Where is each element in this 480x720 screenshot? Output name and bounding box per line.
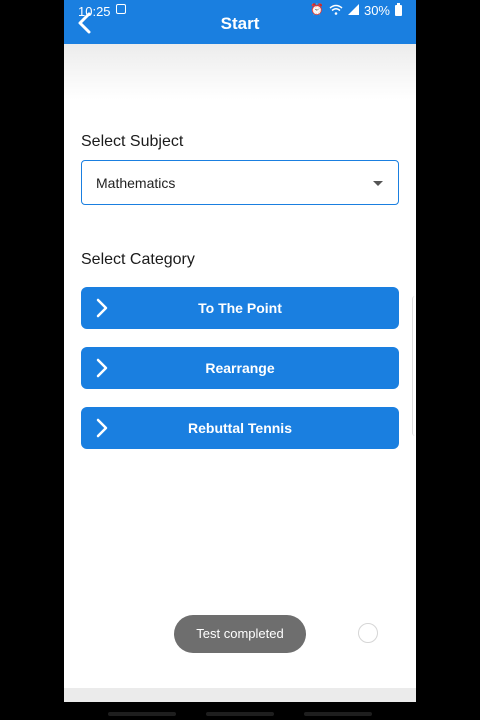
subject-selected-value: Mathematics	[96, 175, 176, 191]
system-navigation-bar	[0, 702, 480, 720]
toast-message: Test completed	[174, 615, 306, 653]
category-button-to-the-point[interactable]: To The Point	[81, 287, 399, 329]
category-button-label: To The Point	[198, 300, 282, 316]
category-button-rebuttal-tennis[interactable]: Rebuttal Tennis	[81, 407, 399, 449]
floating-circle-button[interactable]	[358, 623, 378, 643]
nav-back-button[interactable]	[304, 712, 372, 716]
subject-dropdown[interactable]: Mathematics	[81, 160, 399, 205]
dropdown-arrow-icon	[373, 181, 383, 186]
select-category-label: Select Category	[81, 251, 195, 268]
app-bar: 10:25 ⏰ 30% Start	[64, 0, 416, 44]
header-shadow	[64, 44, 416, 100]
bottom-strip	[64, 688, 416, 702]
category-button-label: Rearrange	[205, 360, 275, 376]
app-screen: 10:25 ⏰ 30% Start Select Subject Mathema…	[64, 0, 416, 702]
screenshot-icon	[116, 4, 126, 14]
nav-home-button[interactable]	[206, 712, 274, 716]
nav-recents-button[interactable]	[108, 712, 176, 716]
edge-panel-handle[interactable]	[412, 296, 416, 436]
select-subject-label: Select Subject	[81, 133, 184, 150]
page-title: Start	[220, 14, 260, 33]
category-button-label: Rebuttal Tennis	[188, 420, 292, 436]
category-button-rearrange[interactable]: Rearrange	[81, 347, 399, 389]
